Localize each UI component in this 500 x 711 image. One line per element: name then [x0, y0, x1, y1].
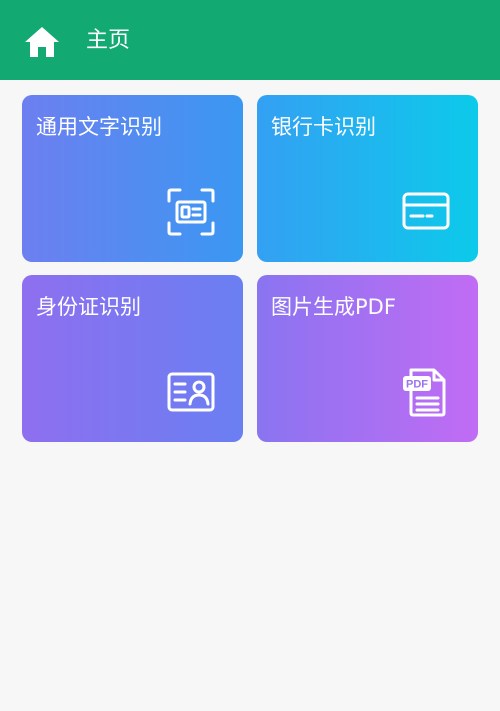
image-to-pdf-card[interactable]: 图片生成PDF PDF [257, 275, 478, 442]
app-bar: 主页 [0, 0, 500, 80]
card-label: 图片生成PDF [271, 295, 396, 319]
home-icon [25, 27, 59, 57]
general-ocr-card[interactable]: 通用文字识别 [22, 95, 243, 262]
card-label: 银行卡识别 [271, 115, 376, 139]
scan-text-icon [165, 186, 217, 238]
pdf-file-icon: PDF [400, 366, 452, 418]
page-title: 主页 [86, 28, 131, 53]
svg-text:PDF: PDF [406, 379, 428, 391]
bank-card-icon [400, 186, 452, 238]
id-card-ocr-card[interactable]: 身份证识别 [22, 275, 243, 442]
id-card-icon [165, 366, 217, 418]
bank-card-ocr-card[interactable]: 银行卡识别 [257, 95, 478, 262]
card-label: 身份证识别 [36, 295, 141, 319]
card-label: 通用文字识别 [36, 115, 162, 139]
home-button[interactable] [20, 22, 64, 62]
